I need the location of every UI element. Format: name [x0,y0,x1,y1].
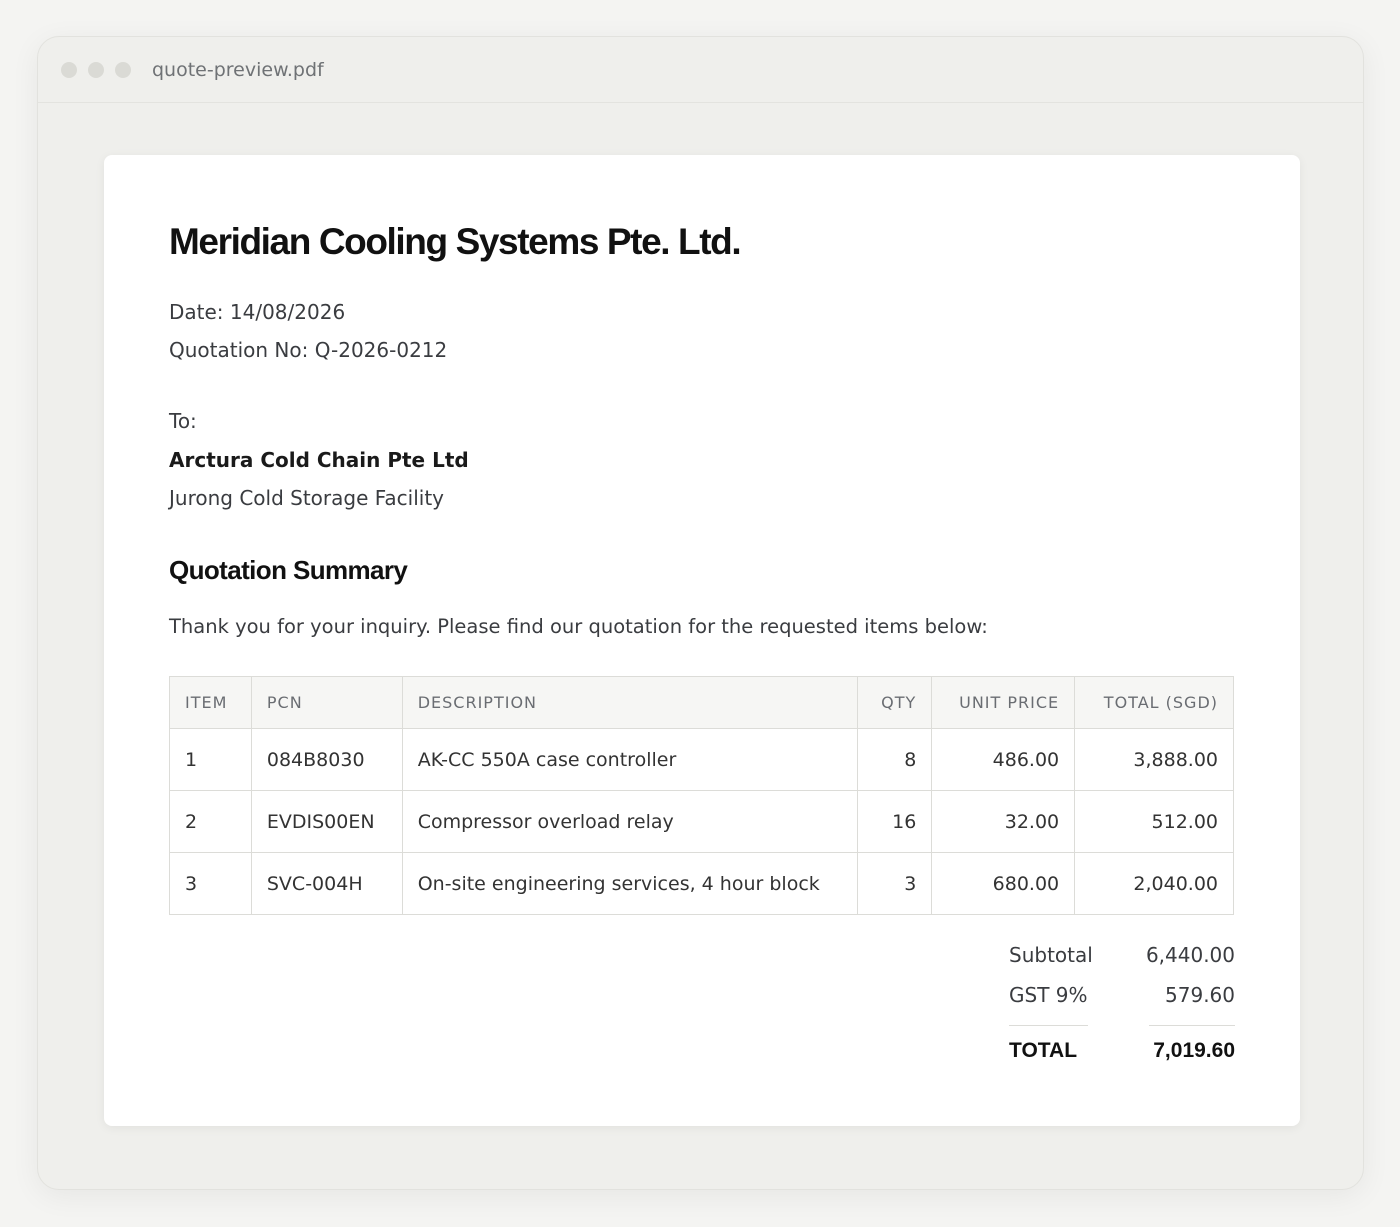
cell-qty: 16 [857,790,933,853]
quote-date: Date: 14/08/2026 [169,300,346,324]
gst-row: GST 9% 579.60 [1009,975,1235,1015]
gst-value: 579.60 [1165,983,1235,1007]
quotation-number: Quotation No: Q-2026-0212 [169,338,448,362]
cell-total: 3,888.00 [1074,728,1234,791]
cell-description: On-site engineering services, 4 hour blo… [401,852,859,915]
title-bar: quote-preview.pdf [38,37,1363,103]
cell-unit-price: 680.00 [931,852,1076,915]
cell-total: 512.00 [1074,790,1234,853]
document-page: Meridian Cooling Systems Pte. Ltd. Date:… [104,155,1300,1126]
cell-description: Compressor overload relay [401,790,859,853]
subtotal-row: Subtotal 6,440.00 [1009,935,1235,975]
cell-qty: 3 [857,852,933,915]
total-divider-left [1009,1025,1088,1026]
subtotal-value: 6,440.00 [1145,943,1235,967]
window-filename: quote-preview.pdf [152,58,324,81]
cell-pcn: EVDIS00EN [250,790,403,853]
grand-total-row: TOTAL 7,019.60 [1009,1025,1235,1071]
totals-block: Subtotal 6,440.00 GST 9% 579.60 TOTAL 7,… [1009,935,1235,1071]
cell-pcn: 084B8030 [250,728,403,791]
header-unit-price: UNIT PRICE [931,676,1076,729]
cell-qty: 8 [857,728,933,791]
company-name: Meridian Cooling Systems Pte. Ltd. [169,221,742,262]
cell-item: 3 [169,852,252,915]
intro-text: Thank you for your inquiry. Please find … [169,615,988,638]
cell-item: 1 [169,728,252,791]
total-label: TOTAL [1009,1039,1078,1062]
table-header-row: ITEM PCN DESCRIPTION QTY UNIT PRICE TOTA… [169,676,1234,729]
cell-unit-price: 486.00 [931,728,1076,791]
table-row: 2 EVDIS00EN Compressor overload relay 16… [169,790,1234,853]
header-item: ITEM [169,676,252,729]
subtotal-label: Subtotal [1009,943,1093,967]
table-row: 3 SVC-004H On-site engineering services,… [169,852,1234,915]
cell-description: AK-CC 550A case controller [401,728,859,791]
quotation-table: ITEM PCN DESCRIPTION QTY UNIT PRICE TOTA… [169,676,1234,915]
gst-label: GST 9% [1009,983,1088,1007]
cell-total: 2,040.00 [1074,852,1234,915]
header-pcn: PCN [250,676,403,729]
recipient-site: Jurong Cold Storage Facility [169,486,445,510]
recipient-name: Arctura Cold Chain Pte Ltd [169,448,469,472]
header-qty: QTY [857,676,933,729]
table-row: 1 084B8030 AK-CC 550A case controller 8 … [169,728,1234,791]
to-label: To: [169,409,197,433]
cell-pcn: SVC-004H [250,852,403,915]
maximize-window-dot[interactable] [115,61,131,78]
header-total: TOTAL (SGD) [1074,676,1234,729]
header-description: DESCRIPTION [401,676,859,729]
total-value: 7,019.60 [1153,1039,1235,1062]
cell-item: 2 [169,790,252,853]
close-window-dot[interactable] [61,61,77,78]
pdf-preview-window: quote-preview.pdf Meridian Cooling Syste… [37,36,1364,1190]
total-divider-right [1149,1025,1235,1026]
section-title: Quotation Summary [169,555,408,585]
minimize-window-dot[interactable] [88,61,104,78]
cell-unit-price: 32.00 [931,790,1076,853]
